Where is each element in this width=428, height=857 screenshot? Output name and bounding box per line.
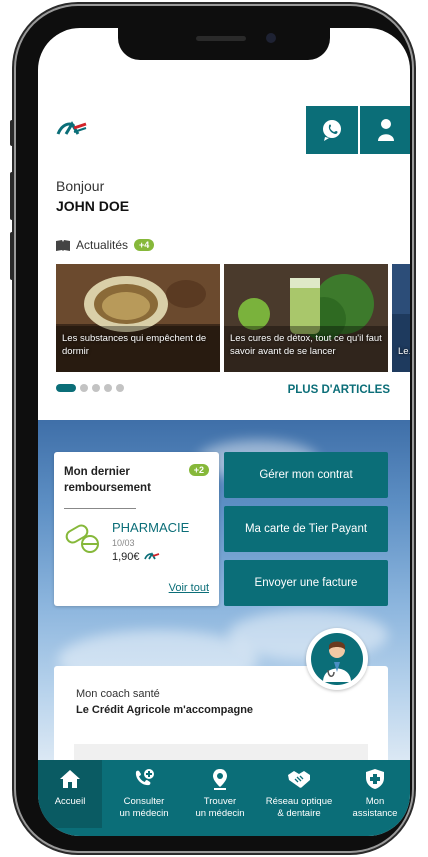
handshake-icon (288, 771, 310, 788)
last-reimbursement-card[interactable]: Mon dernier remboursement +2 PHARMACIE 1… (54, 452, 219, 606)
nav-optical-dental-network[interactable]: Réseau optique & dentaire (258, 760, 340, 828)
credit-agricole-mini-logo (143, 552, 159, 560)
reimbursement-date: 10/03 (112, 538, 135, 548)
tier-payant-card-button[interactable]: Ma carte de Tier Payant (224, 506, 388, 552)
chat-bubble-icon (323, 120, 341, 141)
app-header (38, 106, 410, 154)
bottom-navigation: Accueil Consulter un médecin Trouver un … (38, 760, 410, 836)
news-carousel[interactable]: Les substances qui empêchent de dormir L… (56, 264, 410, 372)
location-pin-icon (213, 769, 227, 790)
volume-up-button (10, 172, 14, 220)
pagination-dot-active[interactable] (56, 384, 76, 392)
pagination-dot[interactable] (92, 384, 100, 392)
news-card[interactable]: Les substances qui empêchent de dormir (56, 264, 220, 372)
mute-switch (10, 120, 14, 146)
nav-label: Accueil (54, 796, 86, 807)
phone-medical-icon (135, 769, 154, 786)
front-camera (266, 33, 276, 43)
speaker-grill (196, 36, 246, 41)
nav-label: Mon assistance (352, 796, 398, 819)
news-count-badge: +4 (134, 239, 155, 251)
book-icon (56, 239, 70, 251)
news-card[interactable]: Les cures de détox, tout ce qu'il faut s… (224, 264, 388, 372)
send-invoice-button[interactable]: Envoyer une facture (224, 560, 388, 606)
credit-agricole-logo[interactable] (56, 118, 88, 140)
nav-label: Trouver un médecin (195, 796, 245, 819)
carousel-pagination (56, 384, 124, 392)
reimbursement-count-badge: +2 (188, 464, 209, 476)
greeting-text: Bonjour (56, 178, 105, 194)
shield-cross-icon (366, 769, 384, 789)
manage-contract-button[interactable]: Gérer mon contrat (224, 452, 388, 498)
pagination-dot[interactable] (104, 384, 112, 392)
coach-title: Le Crédit Agricole m'accompagne (76, 704, 254, 716)
user-icon (378, 119, 394, 141)
doctor-icon (311, 633, 363, 685)
coach-subtitle: Mon coach santé (76, 688, 160, 700)
nav-label: Réseau optique & dentaire (265, 796, 333, 819)
nav-home[interactable]: Accueil (38, 760, 102, 828)
amount-value: 1,90€ (112, 551, 140, 563)
news-card[interactable]: Le... de... (392, 264, 410, 372)
see-all-link[interactable]: Voir tout (169, 582, 209, 594)
nav-assistance[interactable]: Mon assistance (340, 760, 410, 828)
home-icon (60, 770, 80, 788)
nav-find-doctor[interactable]: Trouver un médecin (184, 760, 256, 828)
divider (64, 508, 136, 509)
phone-notch (118, 28, 330, 60)
news-caption: Les cures de détox, tout ce qu'il faut s… (230, 333, 382, 357)
pagination-dot[interactable] (116, 384, 124, 392)
profile-button[interactable] (360, 106, 410, 154)
volume-down-button (10, 232, 14, 280)
news-caption: Les substances qui empêchent de dormir (62, 333, 207, 357)
news-header: Actualités +4 (56, 238, 155, 252)
news-caption: Le... de... (398, 346, 410, 357)
news-label: Actualités (76, 238, 129, 252)
nav-consult-doctor[interactable]: Consulter un médecin (108, 760, 180, 828)
chat-button[interactable] (306, 106, 358, 154)
app-screen: Bonjour JOHN DOE Actualités +4 Les subst… (38, 28, 410, 836)
user-name: JOHN DOE (56, 198, 130, 214)
doctor-avatar[interactable] (306, 628, 368, 690)
nav-label: Consulter un médecin (119, 796, 169, 819)
reimbursement-amount: 1,90€ (112, 551, 161, 563)
reimbursement-title: Mon dernier remboursement (64, 466, 151, 494)
more-articles-link[interactable]: PLUS D'ARTICLES (288, 384, 390, 396)
reimbursement-category: PHARMACIE (112, 520, 190, 535)
pagination-dot[interactable] (80, 384, 88, 392)
pill-icon (65, 524, 99, 553)
